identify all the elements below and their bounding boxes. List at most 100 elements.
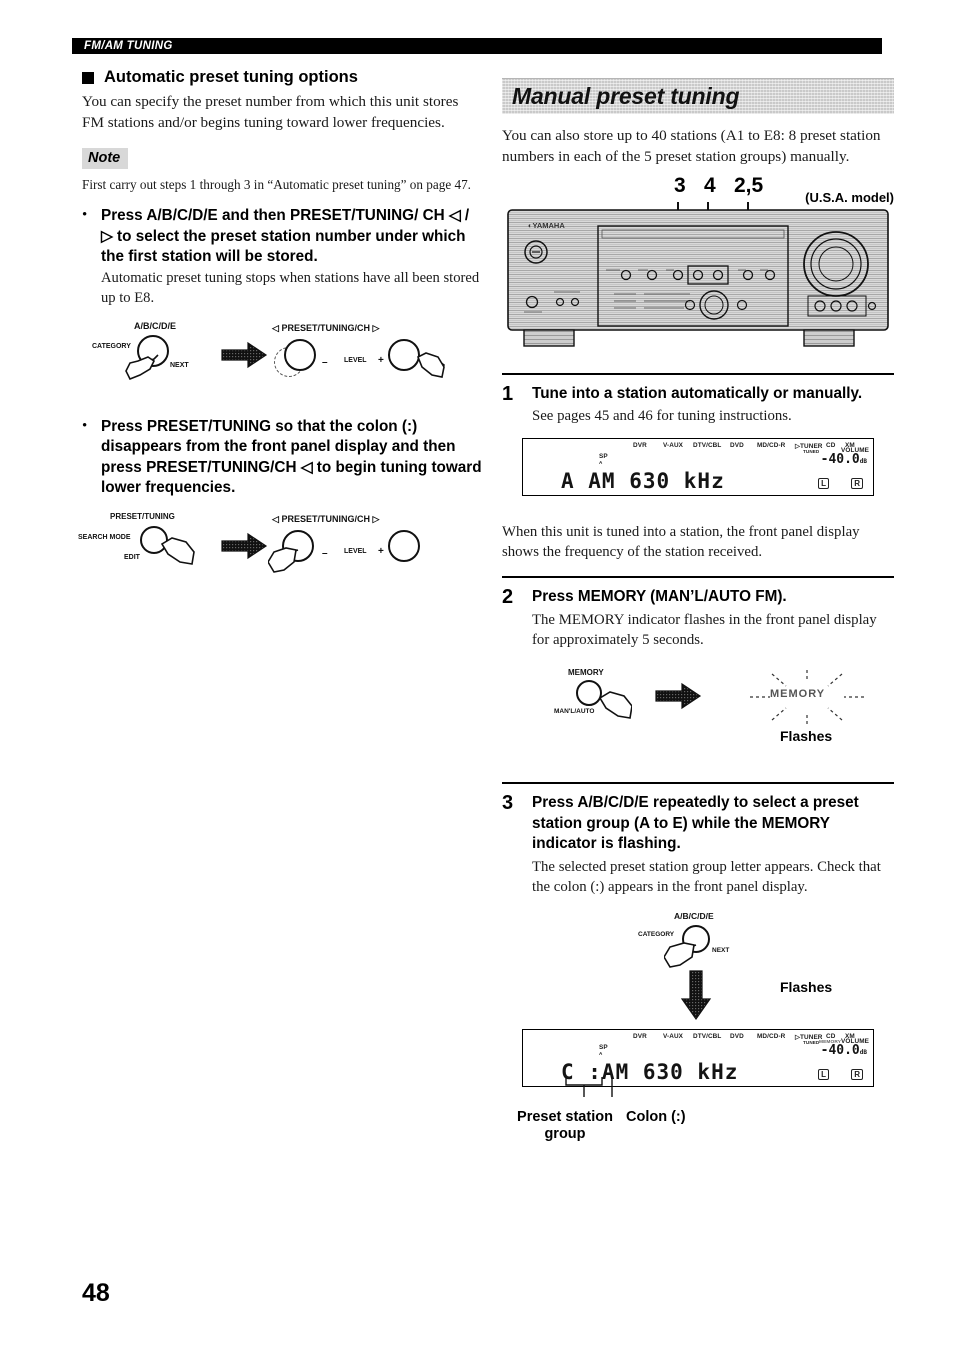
bullet-detail: Automatic preset tuning stops when stati… (101, 270, 480, 307)
knob-preset-up (388, 530, 420, 563)
lcd-volume-number: -40.0 (820, 1042, 860, 1058)
hand-pointer-icon (664, 942, 697, 968)
section-heading-text: Automatic preset tuning options (104, 68, 358, 86)
lcd-tuned-sub: TUNED (803, 1039, 820, 1045)
lcd-block-1: DVR V-AUX DTV/CBL DVD MD/CD-R ▷TUNER TUN… (502, 438, 894, 516)
preset-tuning-ch-text: PRESET/TUNING/CH (281, 323, 370, 334)
step-1-after: When this unit is tuned into a station, … (502, 524, 860, 561)
step-2: 2 Press MEMORY (MAN’L/AUTO FM). The MEMO… (502, 587, 894, 650)
lcd-source-dvd: DVD (730, 442, 744, 450)
diagram-label-level: LEVEL (344, 548, 367, 556)
diagram-label-preset-tuning-ch: ◁ PRESET/TUNING/CH ▷ (272, 323, 379, 334)
step-body: The MEMORY indicator flashes in the fron… (532, 611, 877, 649)
square-bullet-icon (82, 71, 94, 84)
banner-title: Manual preset tuning (512, 83, 740, 109)
lcd-source-dvd: DVD (730, 1032, 744, 1040)
lcd-right-channel: R (851, 478, 863, 490)
lcd-source-mdcdr: MD/CD-R (757, 442, 786, 450)
diagram-label-next: NEXT (712, 946, 730, 954)
flashes-caption: Flashes (780, 978, 833, 995)
bullet-dot-icon: • (82, 418, 88, 435)
arrow-right-icon (655, 683, 702, 710)
left-column: Automatic preset tuning options You can … (78, 68, 482, 590)
lcd-sp-label: SP (599, 453, 608, 461)
diagram-group-select: A/B/C/D/E CATEGORY NEXT Flashes (502, 911, 894, 1029)
lcd-source-vaux: V-AUX (663, 442, 684, 450)
hand-pointer-icon (598, 691, 632, 720)
section-heading: Automatic preset tuning options (82, 68, 482, 87)
lcd-source-dvr: DVR (633, 442, 647, 450)
section-intro: You can specify the preset number from w… (82, 93, 459, 131)
bullet-instruction: Press PRESET/TUNING so that the colon (:… (101, 418, 482, 497)
step-divider (502, 576, 894, 579)
diagram-label-abcde: A/B/C/D/E (134, 321, 177, 332)
bullet-instruction: Press A/B/C/D/E and then PRESET/TUNING/ … (101, 207, 470, 266)
lcd-source-cd: CD (826, 442, 836, 450)
diagram-label-minus: – (322, 548, 328, 560)
lcd-volume-number: -40.0 (820, 452, 860, 468)
callout-3: 3 (674, 173, 686, 197)
diagram-label-plus: + (378, 546, 384, 558)
hand-pointer-icon (416, 352, 445, 379)
diagram-label-search-mode: SEARCH MODE (78, 534, 131, 542)
step-3: 3 Press A/B/C/D/E repeatedly to select a… (502, 793, 894, 897)
flashes-caption: Flashes (780, 728, 833, 745)
lcd-source-dvr: DVR (633, 1032, 647, 1040)
step-title: Press MEMORY (MAN’L/AUTO FM). (532, 588, 787, 606)
running-head-label: FM/AM TUNING (80, 39, 177, 53)
diagram-presettuning-to-preset: PRESET/TUNING SEARCH MODE EDIT ◁ PRESET/… (78, 512, 482, 590)
receiver-front-panel-drawing: ◐YAMAHA (507, 201, 889, 347)
lcd-left-channel: L (818, 478, 829, 490)
preset-tuning-ch-text: PRESET/TUNING/CH (281, 514, 370, 525)
lcd-source-vaux: V-AUX (663, 1032, 684, 1040)
lcd-sp-label: SP (599, 1043, 608, 1051)
lcd-source-dtvcbl: DTV/CBL (693, 442, 722, 450)
lcd-volume-value: -40.0dB (821, 1043, 867, 1058)
step-title: Press A/B/C/D/E repeatedly to select a p… (532, 794, 859, 853)
callout-2-5: 2,5 (734, 173, 764, 197)
diagram-label-next: NEXT (170, 362, 189, 370)
running-head-bar (72, 38, 882, 54)
diagram-label-abcde: A/B/C/D/E (674, 910, 714, 921)
left-arrow-icon: ◁ (272, 323, 279, 334)
diagram-label-edit: EDIT (124, 554, 140, 562)
manual-page: FM/AM TUNING Automatic preset tuning opt… (0, 0, 954, 1350)
diagram-label-plus: + (378, 355, 384, 367)
left-arrow-icon: ◁ (272, 514, 279, 525)
step-number: 1 (502, 382, 514, 405)
diagram-memory-flashes: MEMORY MAN'L/AUTO MEMORY Flashes (502, 668, 894, 768)
lcd-source-mdcdr: MD/CD-R (757, 1032, 786, 1040)
svg-text:◐YAMAHA: ◐YAMAHA (528, 221, 565, 230)
lcd-volume-value: -40.0dB (821, 452, 867, 467)
hand-pointer-icon (160, 537, 195, 566)
manual-preset-tuning-banner: Manual preset tuning (502, 78, 894, 114)
lcd-main-text: A AM 630 kHz (561, 469, 725, 494)
diagram-label-level: LEVEL (344, 357, 367, 365)
step-title: Tune into a station automatically or man… (532, 384, 863, 402)
lcd-memory-indicator: MEMORY (770, 688, 826, 701)
caption-leader-lines (565, 1076, 613, 1097)
diagram-label-preset-tuning: PRESET/TUNING (110, 512, 175, 522)
note-badge: Note (82, 147, 129, 169)
lcd-block-2: DVR V-AUX DTV/CBL DVD MD/CD-R ▷TUNER TUN… (502, 1028, 894, 1142)
caption-preset-station-group: Preset station group (517, 1108, 613, 1143)
arrow-down-icon (680, 970, 712, 1020)
step-number: 3 (502, 792, 514, 815)
step-body: See pages 45 and 46 for tuning instructi… (532, 408, 792, 425)
right-intro: You can also store up to 40 stations (A1… (502, 127, 881, 165)
lcd-sp-sub: A (599, 460, 603, 466)
lcd-source-cd: CD (826, 1032, 836, 1040)
bullet-item: • Press A/B/C/D/E and then PRESET/TUNING… (82, 206, 482, 309)
step-divider (502, 372, 894, 375)
bullet-item: • Press PRESET/TUNING so that the colon … (82, 417, 482, 498)
lcd-volume-unit: dB (859, 458, 867, 466)
note-text: First carry out steps 1 through 3 in “Au… (82, 176, 471, 192)
lcd-sp-sub: A (599, 1050, 603, 1056)
callout-4: 4 (704, 173, 716, 197)
arrow-right-icon (221, 341, 268, 369)
hand-pointer-icon (268, 547, 299, 574)
right-arrow-icon: ▷ (372, 514, 380, 525)
right-arrow-icon: ▷ (372, 323, 380, 334)
lcd-volume-unit: dB (859, 1048, 867, 1056)
knob-preset-down (284, 339, 316, 372)
